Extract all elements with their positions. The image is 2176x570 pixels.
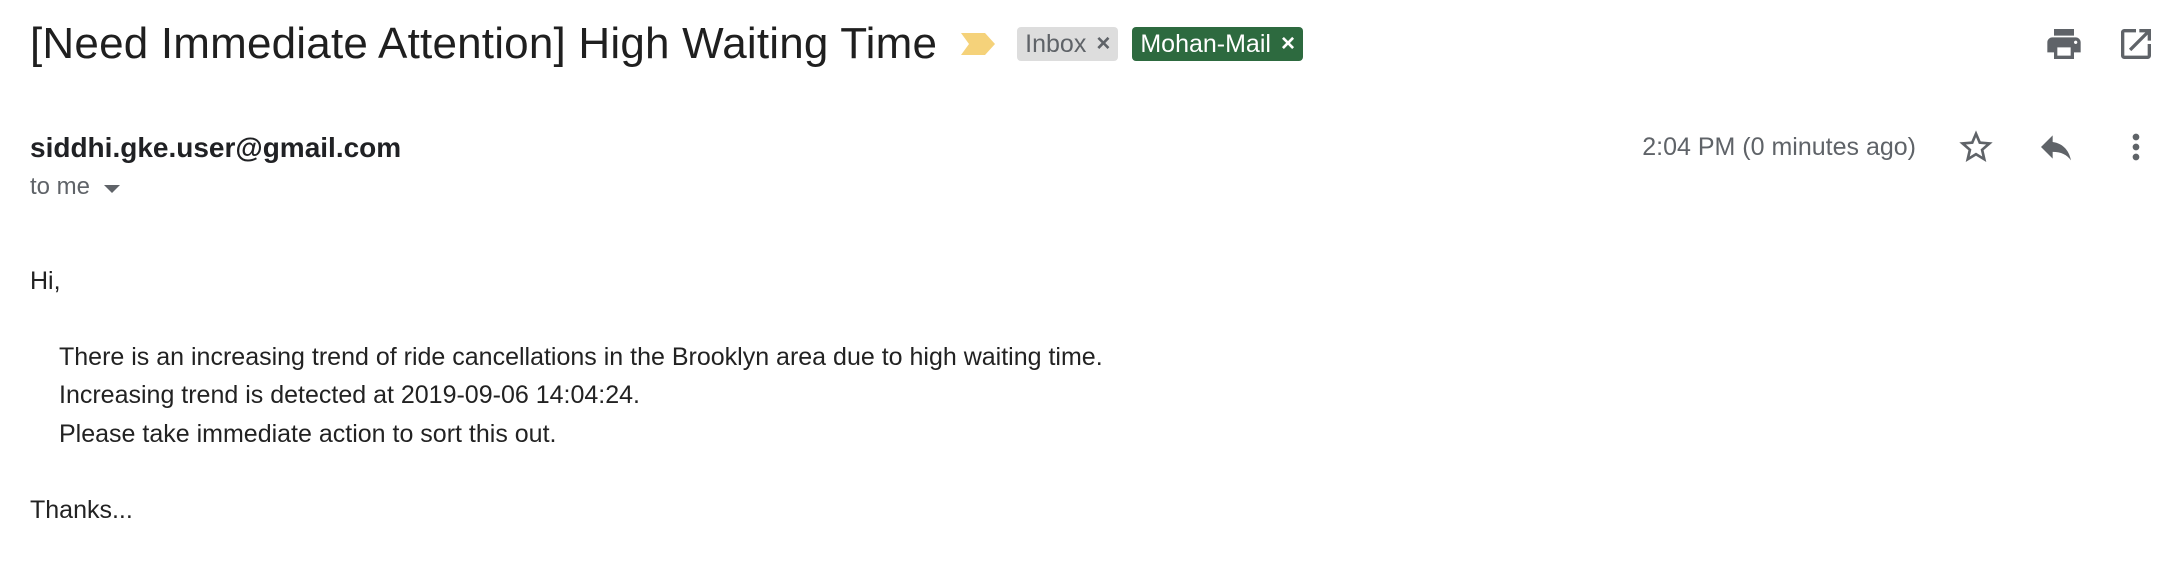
reply-icon[interactable] — [2036, 127, 2076, 167]
print-icon[interactable] — [2044, 24, 2084, 64]
chevron-down-icon — [104, 184, 121, 193]
remove-label-mohan-mail-button[interactable]: × — [1281, 32, 1295, 56]
more-vertical-icon[interactable] — [2116, 127, 2156, 167]
label-chip-mohan-mail: Mohan-Mail × — [1132, 27, 1303, 61]
subject-row: [Need Immediate Attention] High Waiting … — [30, 12, 1303, 76]
email-greeting: Hi, — [30, 267, 61, 295]
recipient-label: to me — [30, 173, 91, 200]
email-body-line: There is an increasing trend of ride can… — [59, 343, 1103, 371]
label-chip-inbox: Inbox × — [1017, 27, 1119, 61]
open-in-new-window-icon[interactable] — [2116, 24, 2156, 64]
star-icon[interactable] — [1956, 127, 1996, 167]
importance-marker-icon[interactable] — [961, 33, 996, 55]
email-body-line: Please take immediate action to sort thi… — [59, 420, 557, 448]
remove-label-inbox-button[interactable]: × — [1096, 32, 1110, 56]
email-body-line: Increasing trend is detected at 2019-09-… — [59, 381, 640, 409]
label-name: Inbox — [1025, 29, 1087, 58]
email-timestamp: 2:04 PM (0 minutes ago) — [1642, 133, 1916, 161]
email-view: [Need Immediate Attention] High Waiting … — [0, 0, 2176, 570]
label-name: Mohan-Mail — [1140, 29, 1271, 58]
recipient-details-toggle[interactable]: to me — [30, 173, 121, 201]
sender-email[interactable]: siddhi.gke.user@gmail.com — [30, 132, 401, 164]
email-subject: [Need Immediate Attention] High Waiting … — [30, 19, 938, 68]
email-signoff: Thanks... — [30, 496, 133, 524]
